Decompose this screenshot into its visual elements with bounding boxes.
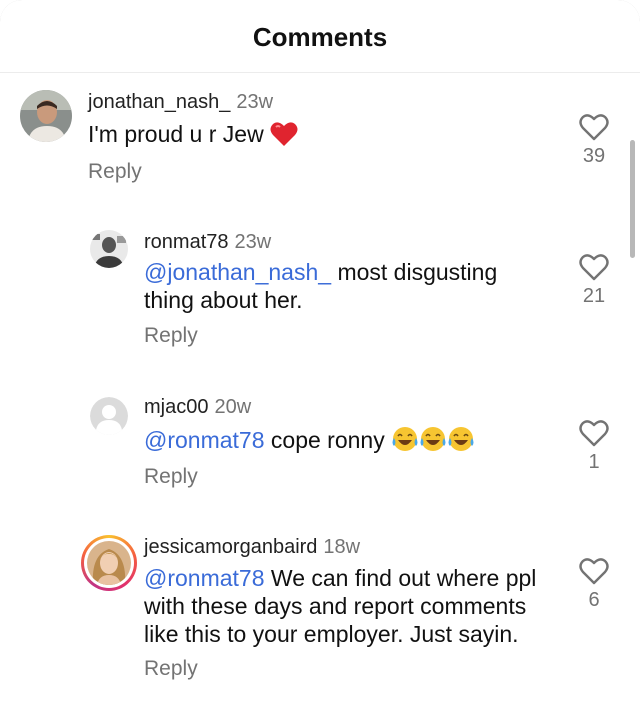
like-control: 21: [574, 253, 614, 308]
timestamp: 23w: [234, 231, 272, 253]
tears-of-joy-emoji: [419, 425, 447, 459]
heart-outline-icon[interactable]: [579, 113, 609, 141]
timestamp: 18w: [323, 536, 361, 558]
comment-text: I'm proud u r Jew: [88, 120, 548, 153]
like-count: 21: [582, 285, 606, 307]
tears-of-joy-emoji: [391, 425, 419, 459]
avatar[interactable]: [20, 90, 72, 142]
comment-text-content: We can find out where ppl: [264, 565, 537, 591]
heart-outline-icon[interactable]: [579, 419, 609, 447]
page-title: Comments: [252, 22, 388, 52]
comment-text-content: cope ronny: [264, 427, 385, 453]
reply-button[interactable]: Reply: [144, 465, 198, 489]
like-count: 6: [588, 589, 600, 611]
comments-sheet: Comments jonathan_nash_ 23w I'm proud u r…: [0, 0, 640, 710]
red-heart-emoji: [270, 121, 298, 153]
heart-outline-icon[interactable]: [579, 557, 609, 585]
mention-link[interactable]: @jonathan_nash_: [144, 259, 331, 285]
comment-text-content: like this to your employer. Just sayin.: [144, 621, 519, 647]
comment-item: ronmat78 23w @jonathan_nash_ most disgust…: [0, 228, 640, 358]
mention-link[interactable]: @ronmat78: [144, 427, 265, 453]
story-ring[interactable]: [81, 535, 137, 591]
reply-button[interactable]: Reply: [88, 160, 142, 184]
default-avatar-icon[interactable]: [90, 397, 128, 435]
comment-meta: jonathan_nash_ 23w: [88, 91, 273, 114]
sheet-surface: Comments jonathan_nash_ 23w I'm proud u r…: [0, 0, 640, 710]
comment-text: @jonathan_nash_ most disgusting thing ab…: [144, 258, 564, 314]
comment-item: mjac00 20w @ronmat78 cope ronny Reply 1: [0, 393, 640, 503]
comment-text-content: thing about her.: [144, 287, 303, 313]
comment-meta: ronmat78 23w: [144, 231, 271, 254]
timestamp: 20w: [214, 396, 252, 418]
avatar[interactable]: [87, 541, 131, 585]
comment-text-content: I'm proud u r Jew: [88, 121, 264, 147]
username[interactable]: mjac00: [144, 396, 208, 418]
username[interactable]: jonathan_nash_: [88, 91, 230, 113]
comment-text-content: with these days and report comments: [144, 593, 527, 619]
mention-link[interactable]: @ronmat78: [144, 565, 265, 591]
comment-text-content: most disgusting: [331, 259, 498, 285]
sheet-header: Comments: [0, 0, 640, 73]
comment-text: @ronmat78 We can find out where ppl with…: [144, 564, 564, 648]
username[interactable]: ronmat78: [144, 231, 229, 253]
tears-of-joy-emoji: [447, 425, 475, 459]
comment-item: jonathan_nash_ 23w I'm proud u r Jew Repl…: [0, 88, 640, 198]
reply-button[interactable]: Reply: [144, 324, 198, 348]
comment-item: jessicamorganbaird 18w @ronmat78 We can f…: [0, 533, 640, 703]
avatar[interactable]: [90, 230, 128, 268]
comment-text: @ronmat78 cope ronny: [144, 425, 564, 459]
like-count: 39: [582, 145, 606, 167]
username[interactable]: jessicamorganbaird: [144, 536, 317, 558]
comment-meta: mjac00 20w: [144, 396, 251, 419]
comment-meta: jessicamorganbaird 18w: [144, 536, 360, 559]
like-control: 1: [574, 419, 614, 474]
like-control: 6: [574, 557, 614, 612]
timestamp: 23w: [236, 91, 274, 113]
like-count: 1: [588, 451, 600, 473]
like-control: 39: [574, 113, 614, 168]
reply-button[interactable]: Reply: [144, 657, 198, 681]
heart-outline-icon[interactable]: [579, 253, 609, 281]
